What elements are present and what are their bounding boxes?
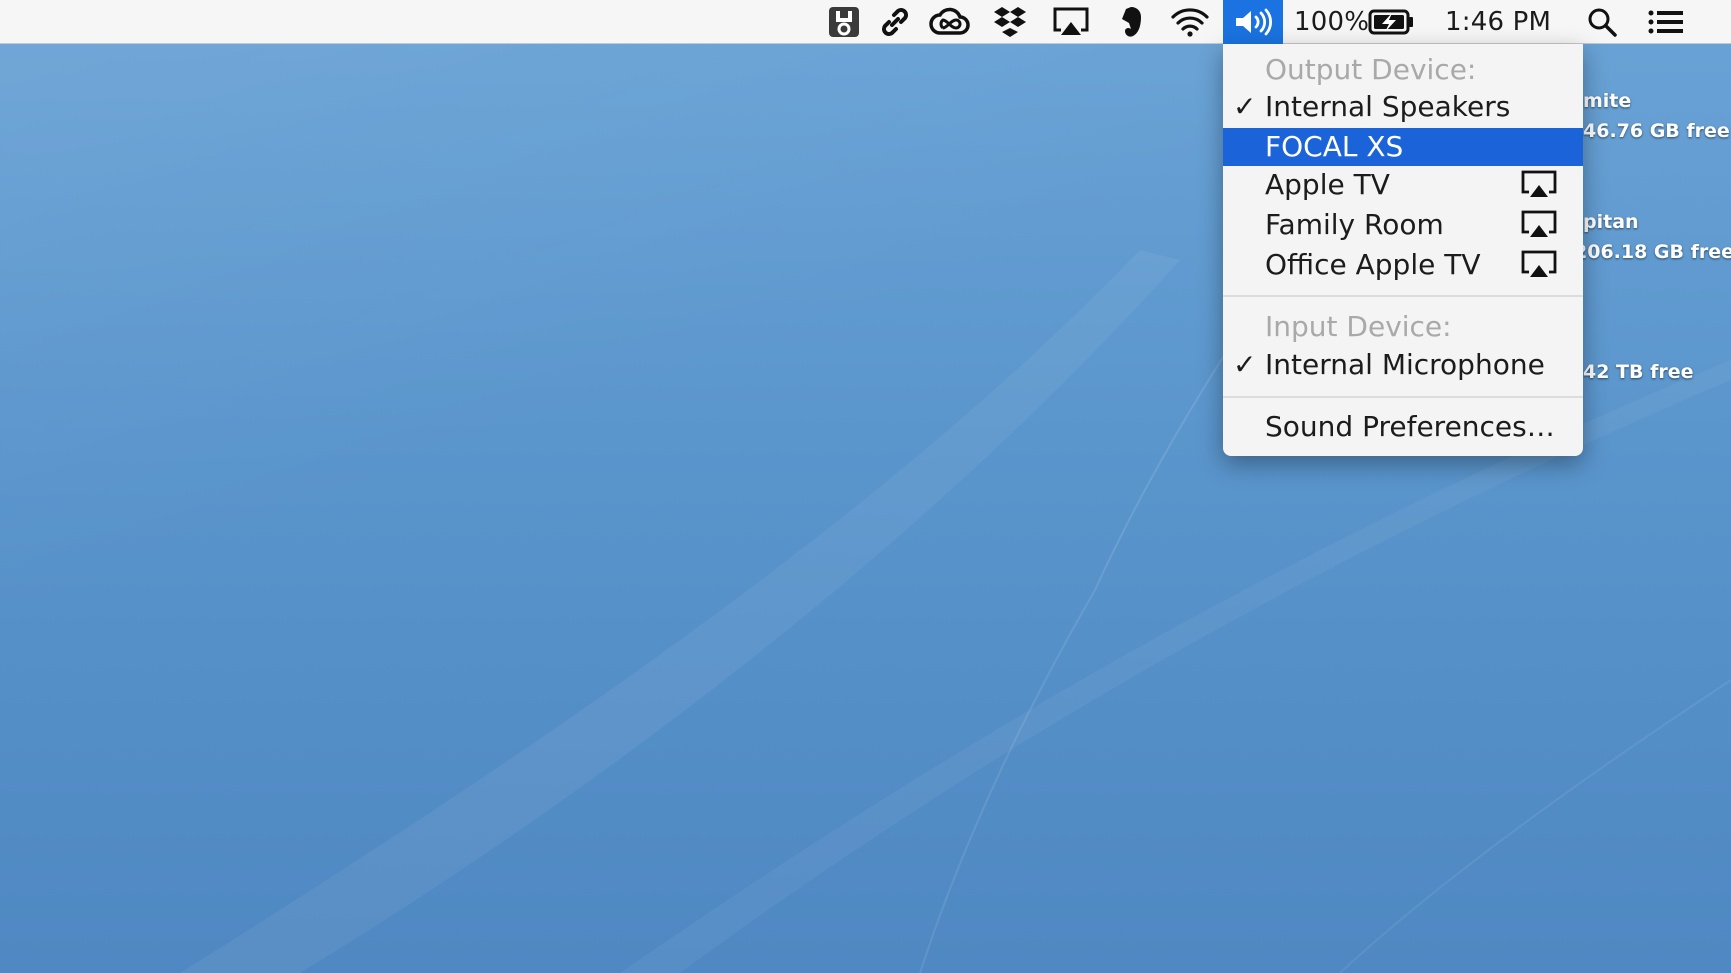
volume-icon[interactable] bbox=[1223, 0, 1283, 44]
menubar-clock[interactable]: 1:46 PM bbox=[1445, 0, 1551, 44]
menu-separator bbox=[1223, 295, 1583, 297]
dropbox-icon[interactable] bbox=[988, 4, 1032, 40]
output-family-room[interactable]: Family Room bbox=[1223, 206, 1583, 244]
drive-2-free: 206.18 GB free bbox=[1574, 241, 1731, 263]
output-apple-tv[interactable]: Apple TV bbox=[1223, 166, 1583, 204]
spotlight-search-icon[interactable] bbox=[1580, 4, 1624, 40]
output-focal-xs[interactable]: FOCAL XS bbox=[1223, 128, 1583, 166]
airplay-icon bbox=[1521, 170, 1557, 210]
input-device-header: Input Device: bbox=[1265, 310, 1452, 343]
link-icon[interactable] bbox=[873, 4, 917, 40]
menu-separator bbox=[1223, 396, 1583, 398]
battery-percent[interactable]: 100% bbox=[1294, 0, 1369, 44]
hammer-app-icon[interactable] bbox=[822, 4, 866, 40]
creative-cloud-icon[interactable] bbox=[928, 4, 972, 40]
drive-2-name[interactable]: pitan bbox=[1583, 211, 1639, 233]
airplay-icon bbox=[1521, 250, 1557, 290]
drive-1-name[interactable]: mite bbox=[1583, 90, 1631, 112]
input-internal-microphone[interactable]: ✓ Internal Microphone bbox=[1223, 346, 1583, 384]
battery-charging-icon[interactable] bbox=[1367, 4, 1417, 40]
checkmark-icon: ✓ bbox=[1233, 90, 1257, 123]
output-internal-speakers[interactable]: ✓ Internal Speakers bbox=[1223, 88, 1583, 126]
drive-1-free: 46.76 GB free bbox=[1583, 120, 1730, 142]
output-office-apple-tv[interactable]: Office Apple TV bbox=[1223, 246, 1583, 284]
wifi-icon[interactable] bbox=[1168, 4, 1212, 40]
airplay-icon[interactable] bbox=[1049, 4, 1093, 40]
menu-bar: 100% 1:46 PM bbox=[0, 0, 1731, 44]
sound-preferences-item[interactable]: Sound Preferences… bbox=[1223, 408, 1583, 446]
airplay-icon bbox=[1521, 210, 1557, 250]
sound-menu: Output Device: ✓ Internal Speakers FOCAL… bbox=[1223, 44, 1583, 456]
checkmark-icon: ✓ bbox=[1233, 348, 1257, 381]
evernote-icon[interactable] bbox=[1110, 4, 1154, 40]
output-device-header: Output Device: bbox=[1265, 53, 1477, 86]
drive-3-free: 42 TB free bbox=[1583, 361, 1694, 383]
notification-center-icon[interactable] bbox=[1644, 4, 1688, 40]
